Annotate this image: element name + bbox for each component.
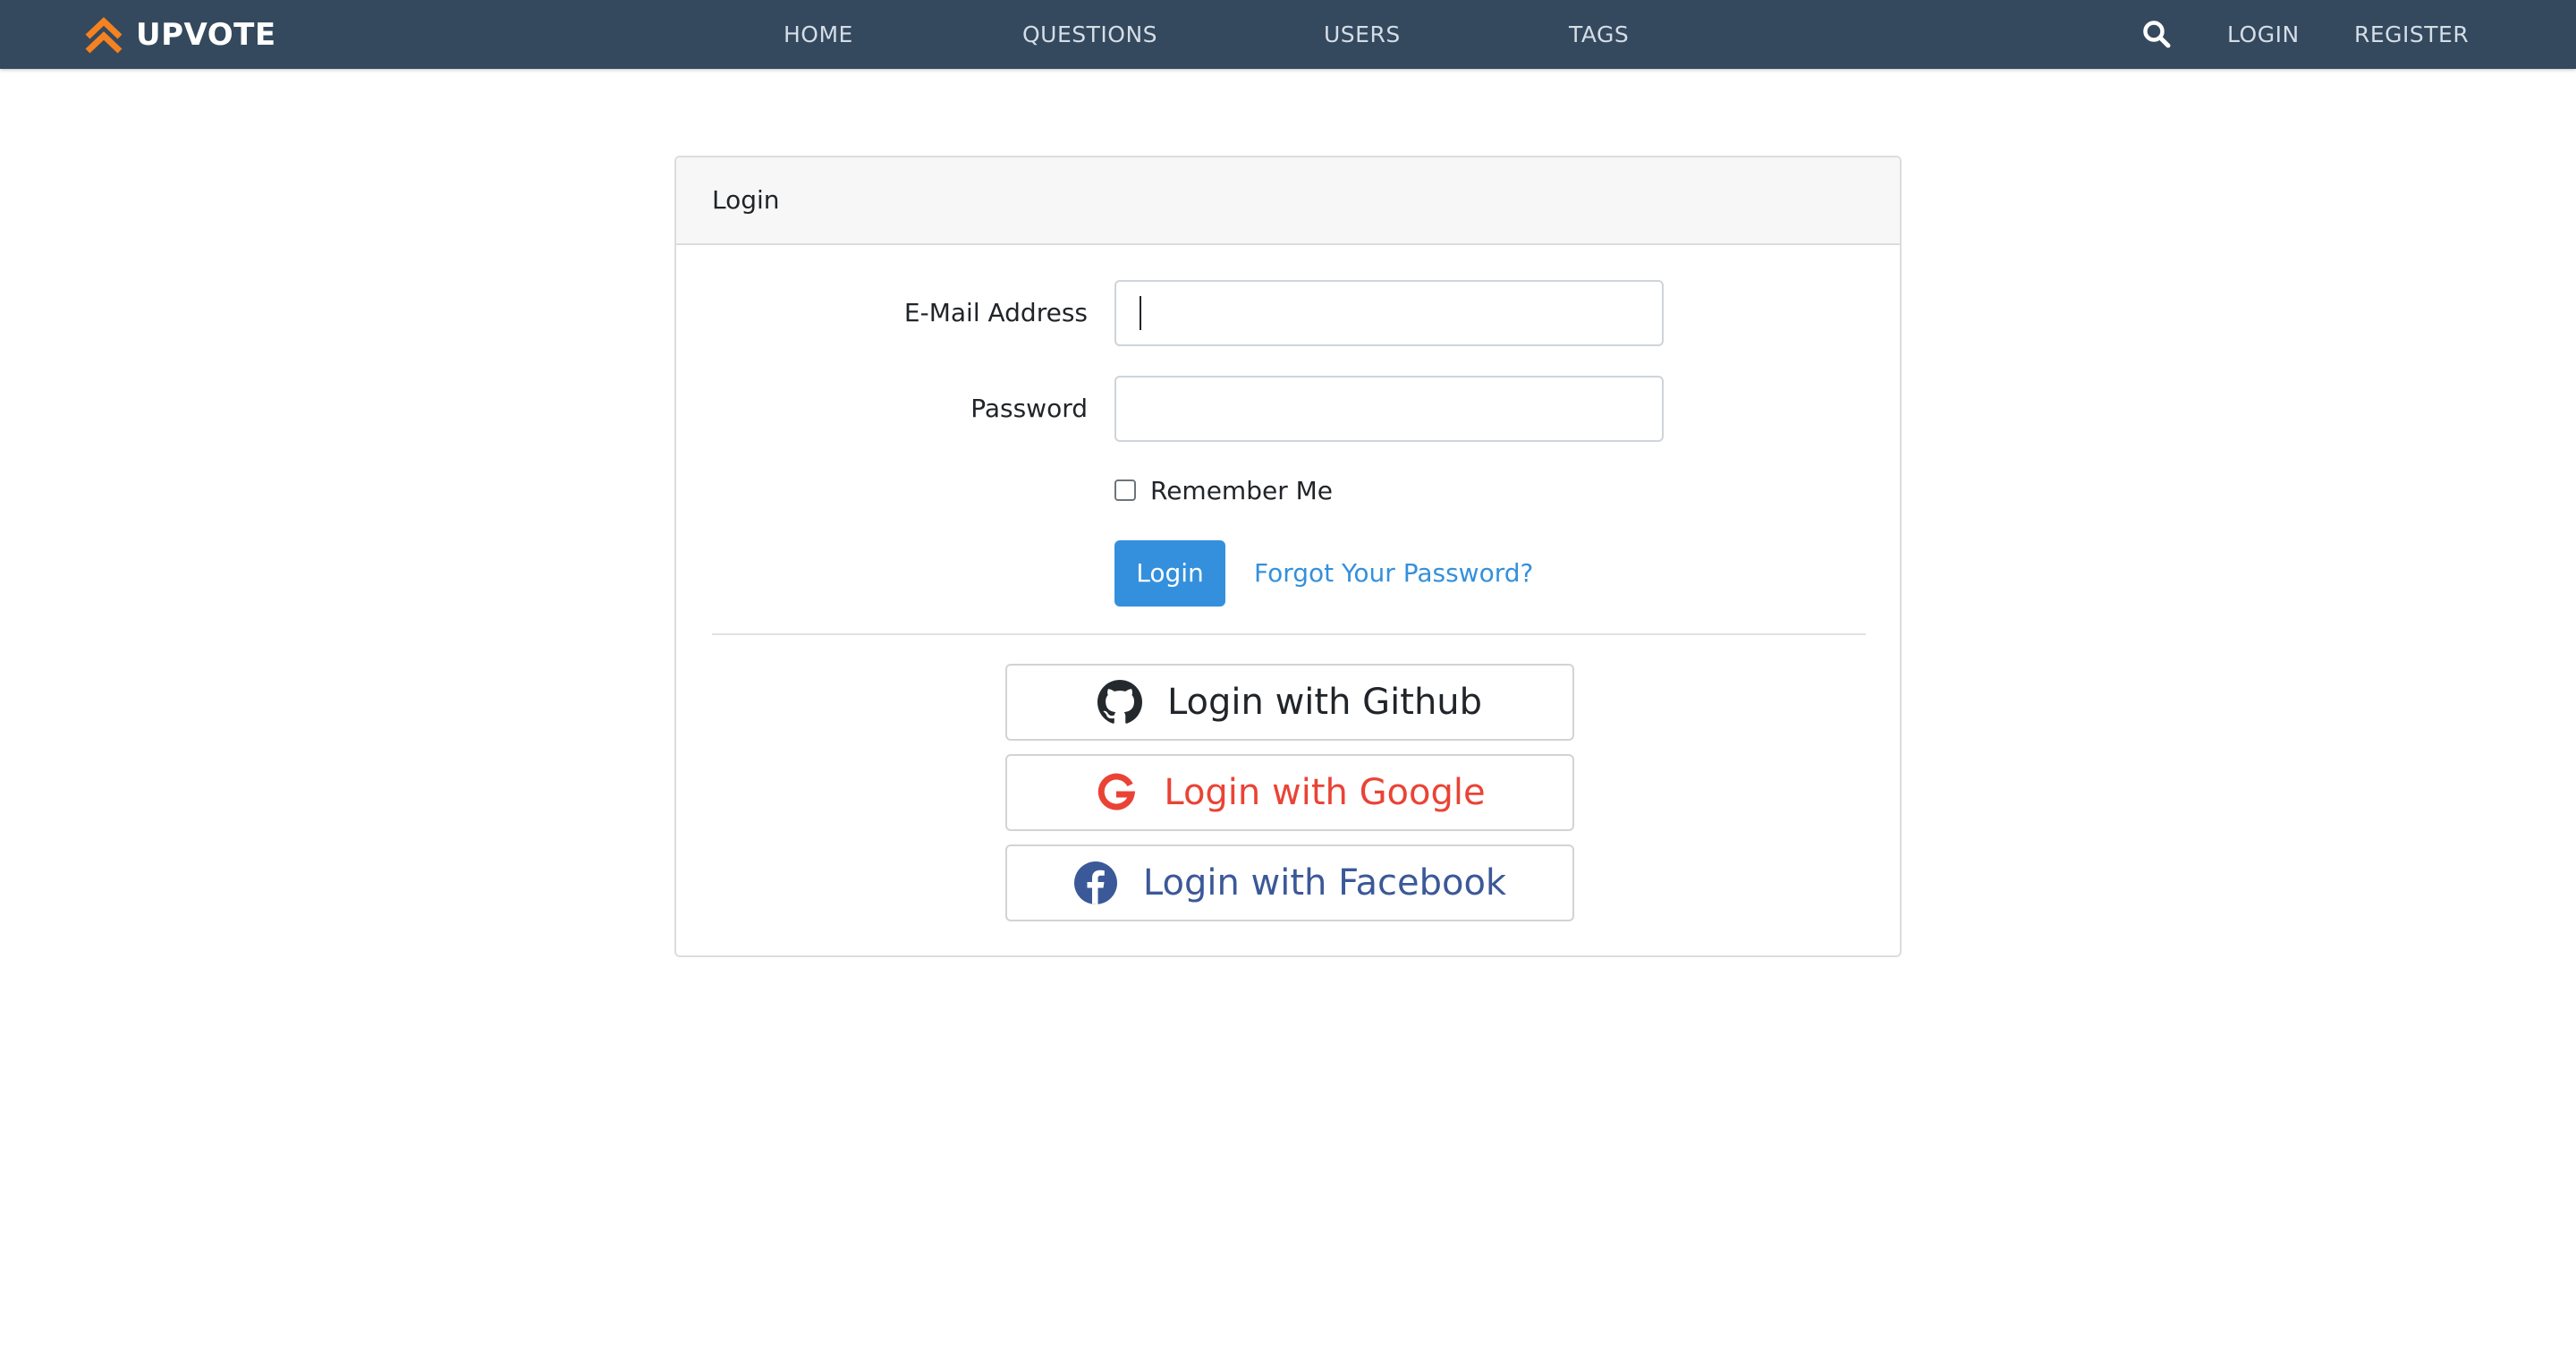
facebook-icon [1073,861,1117,904]
brand-name: UPVOTE [136,17,276,53]
nav-users[interactable]: USERS [1324,0,1401,69]
nav-home[interactable]: HOME [784,0,853,69]
login-github-label: Login with Github [1166,682,1483,723]
top-navbar: UPVOTE HOME QUESTIONS USERS TAGS LOGIN R… [0,0,2576,69]
password-field[interactable] [1114,376,1664,442]
email-field[interactable] [1114,280,1664,346]
search-button[interactable] [2141,19,2172,49]
login-google-label: Login with Google [1164,772,1486,813]
login-github-button[interactable]: Login with Github [1005,664,1574,741]
login-button[interactable]: Login [1114,540,1225,607]
card-header: Login [676,157,1900,245]
password-label: Password [970,394,1088,423]
login-card: Login E-Mail Address Password Remember M… [674,156,1902,957]
nav-questions[interactable]: QUESTIONS [1022,0,1157,69]
text-caret [1140,296,1141,330]
brand-logo[interactable]: UPVOTE [82,13,276,57]
remember-me[interactable]: Remember Me [1114,472,1333,508]
divider [712,633,1866,635]
search-icon [2143,21,2171,48]
double-chevron-up-icon [85,17,123,54]
remember-me-checkbox[interactable] [1114,479,1136,501]
github-icon [1097,680,1142,724]
login-facebook-button[interactable]: Login with Facebook [1005,844,1574,921]
login-facebook-label: Login with Facebook [1142,862,1507,904]
nav-login[interactable]: LOGIN [2227,0,2300,69]
login-google-button[interactable]: Login with Google [1005,754,1574,831]
forgot-password-link[interactable]: Forgot Your Password? [1254,540,1533,607]
remember-me-label: Remember Me [1150,475,1333,505]
nav-register[interactable]: REGISTER [2354,0,2469,69]
google-icon [1098,773,1136,810]
nav-tags[interactable]: TAGS [1569,0,1629,69]
email-label: E-Mail Address [903,298,1088,327]
